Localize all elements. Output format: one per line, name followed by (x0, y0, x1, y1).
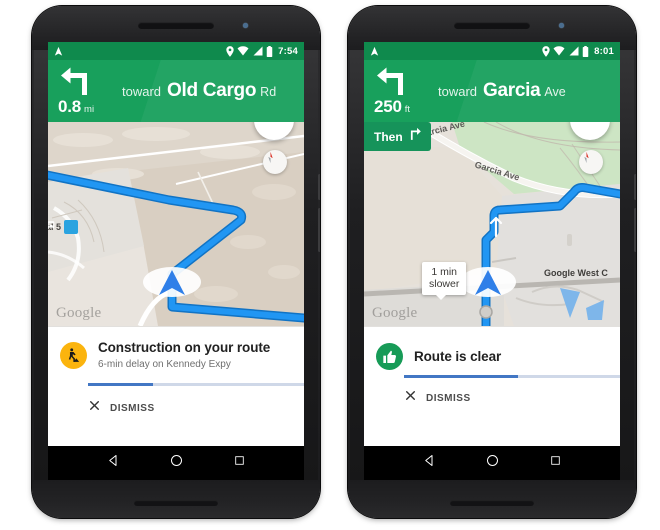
construction-icon (60, 341, 87, 369)
android-navigation-bar (48, 446, 304, 480)
front-camera-icon (243, 23, 248, 28)
bus-icon (48, 220, 79, 234)
status-bar-icons: 7:54 (226, 45, 298, 57)
speaker-slot-icon (134, 500, 218, 506)
phone-screen-right: 8:01 250 ft toward Garcia Ave Then Garci… (364, 42, 620, 478)
back-triangle-icon[interactable] (106, 453, 121, 473)
distance-readout: 0.8 mi (58, 97, 94, 117)
turn-left-icon (58, 66, 92, 96)
maneuver-block: 250 ft (374, 66, 436, 117)
wifi-icon (553, 46, 565, 56)
alert-title: Route is clear (414, 349, 502, 364)
dismiss-label: DISMISS (426, 392, 471, 404)
status-bar-icons: 8:01 (542, 45, 614, 57)
earpiece-speaker-icon (454, 22, 530, 29)
phone-bottom-bezel (348, 480, 636, 518)
compass-button[interactable] (263, 150, 287, 174)
power-button[interactable] (318, 208, 320, 252)
then-maneuver-badge: Then (364, 122, 431, 151)
earpiece-speaker-icon (138, 22, 214, 29)
then-label: Then (374, 129, 403, 144)
status-bar-time: 8:01 (594, 45, 614, 57)
cell-signal-icon (252, 46, 263, 56)
phone-device-right: 8:01 250 ft toward Garcia Ave Then Garci… (348, 6, 636, 518)
dismiss-button[interactable]: DISMISS (88, 399, 155, 417)
phone-device-left: 7:54 0.8 mi toward Old Cargo Rd 5 Google… (32, 6, 320, 518)
power-button[interactable] (634, 208, 636, 252)
alert-content: Construction on your route 6-min delay o… (48, 327, 304, 370)
distance-readout: 250 ft (374, 97, 410, 117)
phone-screen-left: 7:54 0.8 mi toward Old Cargo Rd 5 Google… (48, 42, 304, 478)
volume-button[interactable] (318, 174, 320, 200)
map-view[interactable]: Garcia Ave Garcia Ave Google West C 1 mi… (364, 122, 620, 326)
google-watermark: Google (372, 305, 418, 321)
toward-label: toward (438, 84, 478, 99)
front-camera-icon (559, 23, 564, 28)
location-pin-icon (542, 45, 550, 57)
volume-button[interactable] (634, 174, 636, 200)
alert-title: Construction on your route (98, 340, 271, 355)
street-name: Old Cargo (167, 80, 257, 101)
destination-street: toward Old Cargo Rd (122, 80, 304, 102)
home-circle-icon[interactable] (169, 453, 184, 473)
battery-icon (266, 45, 273, 57)
distance-unit: mi (84, 103, 95, 115)
transit-station-label: al 5 (48, 220, 79, 234)
google-watermark: Google (56, 305, 102, 321)
wifi-icon (237, 46, 249, 56)
map-poi-label: Google West C (544, 268, 608, 278)
street-name: Garcia (483, 80, 541, 101)
turn-left-icon (374, 66, 408, 96)
toward-label: toward (122, 84, 162, 99)
phone-bottom-bezel (32, 480, 320, 518)
back-triangle-icon[interactable] (422, 453, 437, 473)
alert-texts: Construction on your route 6-min delay o… (98, 340, 270, 370)
navigation-header: 250 ft toward Garcia Ave (364, 60, 620, 122)
alert-subtitle: 6-min delay on Kennedy Expy (98, 359, 231, 370)
alert-texts: Route is clear (414, 349, 501, 364)
home-circle-icon[interactable] (485, 453, 500, 473)
recents-square-icon[interactable] (233, 454, 246, 472)
alert-content: Route is clear (364, 327, 620, 370)
status-bar-time: 7:54 (278, 45, 298, 57)
auto-dismiss-progress (88, 383, 304, 386)
battery-icon (582, 45, 589, 57)
distance-unit: ft (404, 103, 411, 115)
auto-dismiss-progress (404, 375, 620, 378)
status-bar: 8:01 (364, 42, 620, 60)
location-pin-icon (226, 45, 234, 57)
street-suffix: Rd (260, 85, 277, 99)
android-navigation-bar (364, 446, 620, 480)
status-bar: 7:54 (48, 42, 304, 60)
turn-right-icon (408, 127, 422, 146)
speaker-slot-icon (450, 500, 534, 506)
screenshot-stage: 7:54 0.8 mi toward Old Cargo Rd 5 Google… (0, 0, 660, 530)
navigation-arrow-icon (369, 46, 380, 57)
cell-signal-icon (568, 46, 579, 56)
distance-value: 250 (374, 96, 402, 116)
dismiss-label: DISMISS (110, 402, 155, 414)
callout-line-1: 1 min (431, 266, 458, 278)
street-suffix: Ave (544, 85, 566, 99)
navigation-header: 0.8 mi toward Old Cargo Rd (48, 60, 304, 122)
destination-street: toward Garcia Ave (438, 80, 620, 102)
compass-button[interactable] (579, 150, 603, 174)
callout-line-2: slower (429, 278, 460, 291)
close-icon (404, 389, 417, 407)
navigation-arrow-icon (53, 46, 64, 57)
map-view[interactable]: al 5 Google (48, 122, 304, 326)
slower-route-callout: 1 min slower (422, 262, 467, 301)
recents-square-icon[interactable] (549, 454, 562, 472)
maneuver-block: 0.8 mi (58, 66, 120, 117)
progress-fill (404, 375, 519, 378)
distance-value: 0.8 (58, 96, 82, 116)
close-icon (88, 399, 101, 417)
dismiss-button[interactable]: DISMISS (404, 389, 471, 407)
progress-fill (88, 383, 153, 386)
thumbs-up-icon (376, 343, 403, 370)
